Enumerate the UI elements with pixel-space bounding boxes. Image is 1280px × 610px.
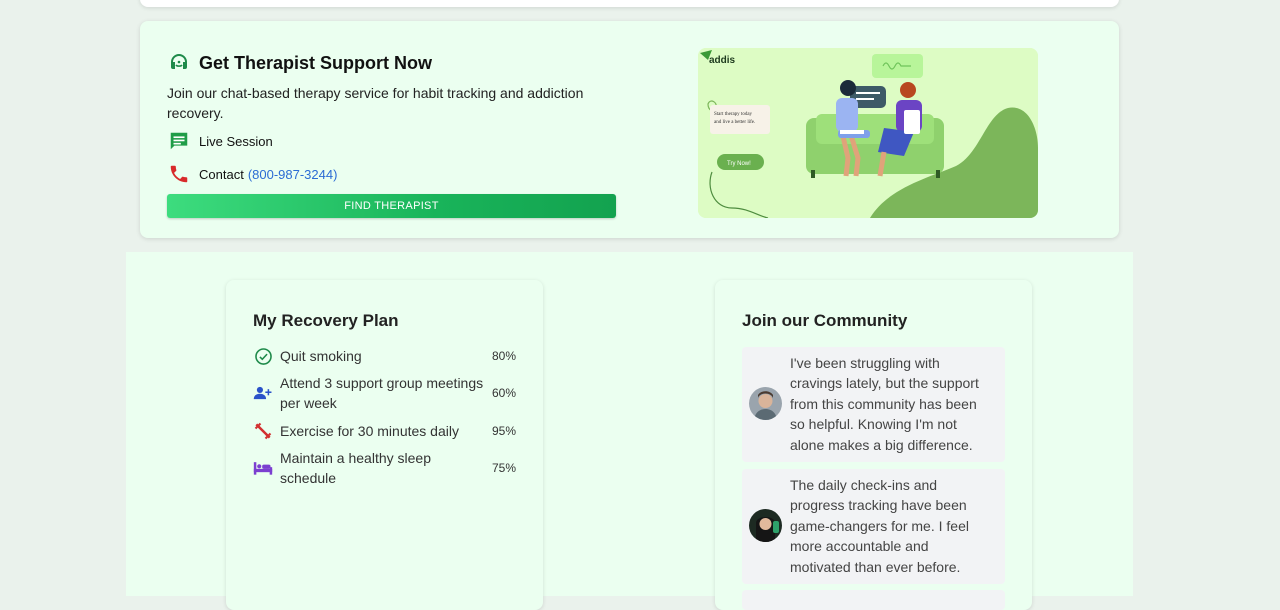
goal-label: Quit smoking <box>280 348 362 364</box>
goal-percent: 80% <box>491 349 516 363</box>
find-therapist-button[interactable]: FIND THERAPIST <box>167 194 616 218</box>
goal-row: Maintain a healthy sleep schedule 75% <box>253 448 516 488</box>
goal-label: Maintain a healthy sleep schedule <box>280 450 431 486</box>
contact-phone-link[interactable]: (800-987-3244) <box>248 167 338 182</box>
group-add-icon <box>253 383 273 403</box>
goal-label: Exercise for 30 minutes daily <box>280 423 459 439</box>
therapist-support-card: Get Therapist Support Now Join our chat-… <box>140 21 1119 238</box>
phone-icon <box>167 162 191 186</box>
goal-row: Attend 3 support group meetings per week… <box>253 373 516 413</box>
community-title: Join our Community <box>742 311 908 330</box>
svg-text:and live a better life.: and live a better life. <box>714 120 755 125</box>
goal-row: Quit smoking 80% <box>253 346 516 366</box>
previous-card <box>140 0 1119 7</box>
headset-icon <box>167 51 191 75</box>
live-session-row[interactable]: Live Session <box>167 129 273 153</box>
post-text: The daily check-ins and progress trackin… <box>790 477 969 575</box>
check-circle-icon <box>253 346 273 366</box>
goal-row: Exercise for 30 minutes daily 95% <box>253 421 516 441</box>
recovery-plan-title: My Recovery Plan <box>253 311 399 330</box>
community-post: I've been struggling with cravings latel… <box>742 347 1005 463</box>
dumbbell-icon <box>253 421 273 441</box>
post-text: I've been struggling with cravings latel… <box>790 355 979 453</box>
goal-label: Attend 3 support group meetings per week <box>280 375 484 411</box>
support-title: Get Therapist Support Now <box>199 52 433 73</box>
svg-text:addis: addis <box>709 55 736 66</box>
community-post: The daily check-ins and progress trackin… <box>742 469 1005 585</box>
community-card: Join our Community I've been struggling … <box>715 280 1032 610</box>
chat-icon <box>167 129 191 153</box>
therapy-illustration: addis Start therapy today and live a bet… <box>698 48 1038 218</box>
goal-percent: 95% <box>491 424 516 438</box>
contact-row: Contact (800-987-3244) <box>167 162 337 186</box>
live-session-label: Live Session <box>199 133 273 149</box>
user-avatar <box>749 387 782 420</box>
support-description: Join our chat-based therapy service for … <box>167 85 584 121</box>
bed-icon <box>253 458 273 478</box>
svg-text:Start therapy today: Start therapy today <box>714 112 753 117</box>
goal-percent: 60% <box>491 386 516 400</box>
goal-percent: 75% <box>491 461 516 475</box>
community-post <box>742 590 1005 610</box>
recovery-plan-card: My Recovery Plan Quit smoking 80% Attend… <box>226 280 543 610</box>
user-avatar <box>749 509 782 542</box>
svg-text:Try Now!: Try Now! <box>727 161 751 167</box>
support-title-row: Get Therapist Support Now <box>167 51 432 75</box>
contact-label: Contact <box>199 166 244 182</box>
